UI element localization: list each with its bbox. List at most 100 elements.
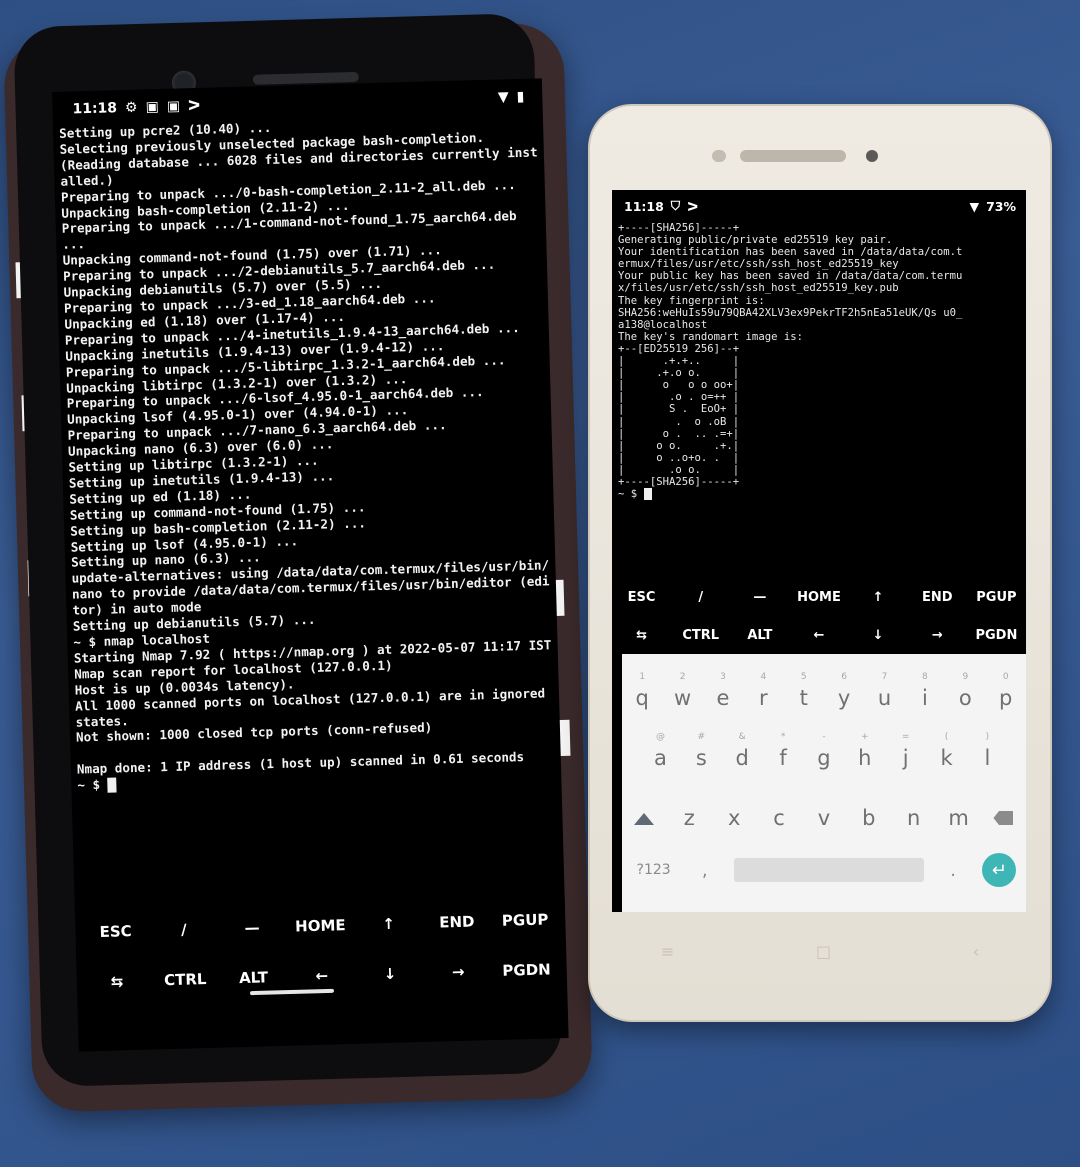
key-hint: 0 [1002,672,1009,682]
terminal-cursor[interactable] [643,488,652,501]
sim-icon: ▣ [166,98,181,115]
spacebar[interactable] [733,858,924,882]
sim-icon: ▣ [145,99,160,116]
earpiece-speaker [740,150,846,162]
terminal-line: SHA256:weHuIs59u79QBA42XLV3ex9PekrTF2h5n… [618,306,963,319]
extra-key-esc[interactable]: ESC [81,922,150,942]
extra-key-end[interactable]: END [908,590,967,605]
key-label: i [922,686,928,710]
key-z[interactable]: z [672,806,706,830]
extra-key-[interactable]: / [671,590,730,605]
key-label: u [877,686,892,710]
key-x[interactable]: x [717,806,751,830]
extra-key-home[interactable]: HOME [286,916,355,936]
prompt: ~ $ [618,488,644,501]
enter-key[interactable]: ↵ [982,853,1017,887]
key-c[interactable]: c [762,806,796,830]
key-hint: 2 [679,672,686,682]
extra-key-[interactable]: ← [287,966,356,986]
key-hint: # [697,732,706,742]
key-i[interactable]: 8i [908,672,942,710]
period-key[interactable]: . [943,860,963,881]
key-f[interactable]: * f [766,732,800,770]
extra-key-pgup[interactable]: PGUP [491,910,560,930]
key-w[interactable]: 2w [666,672,700,710]
backspace-icon [993,811,1014,825]
key-v[interactable]: v [807,806,841,830]
terminal-cursor[interactable] [107,777,117,793]
key-d[interactable]: & d [725,732,759,770]
extra-key-[interactable]: / [149,920,218,940]
extra-key-[interactable]: ⇆ [612,628,671,643]
back-icon[interactable]: ‹ [973,942,979,961]
key-o[interactable]: 9o [948,672,982,710]
key-label: c [773,806,785,830]
key-label: s [695,746,707,770]
extra-key-[interactable]: → [908,628,967,643]
extra-key-alt[interactable]: ALT [730,628,789,643]
backspace-key[interactable] [986,806,1020,830]
key-hint: * [780,732,786,742]
extra-key-ctrl[interactable]: CTRL [671,628,730,643]
shift-icon [634,813,655,825]
key-p[interactable]: 0p [989,672,1023,710]
key-n[interactable]: n [897,806,931,830]
key-label: m [948,806,969,830]
extra-key-pgdn[interactable]: PGDN [492,960,561,980]
key-label: b [862,806,876,830]
key-j[interactable]: = j [889,732,923,770]
key-l[interactable]: ) l [970,732,1004,770]
proximity-sensor [712,150,726,162]
extra-key-end[interactable]: END [423,912,492,932]
extra-key-[interactable]: — [730,590,789,605]
symbols-key[interactable]: ?123 [632,862,676,878]
key-y[interactable]: 6y [827,672,861,710]
shift-key[interactable] [627,806,661,830]
wifi-icon: ▼ [969,198,980,214]
key-g[interactable]: -g [807,732,841,770]
key-label: x [727,806,741,830]
key-u[interactable]: 7u [868,672,902,710]
key-e[interactable]: 3e [706,672,740,710]
extra-key-pgdn[interactable]: PGDN [967,628,1026,643]
key-t[interactable]: 5t [787,672,821,710]
status-bar: 11:18 ⛉ ᐳ ▼ 73% [624,196,1016,216]
key-b[interactable]: b [852,806,886,830]
key-q[interactable]: 1q [625,672,659,710]
key-s[interactable]: # s [684,732,718,770]
key-h[interactable]: + h [848,732,882,770]
extra-key-[interactable]: ↑ [354,914,423,934]
key-hint: 6 [841,672,848,682]
key-hint: - [822,732,826,742]
key-r[interactable]: 4r [746,672,780,710]
extra-key-esc[interactable]: ESC [612,590,671,605]
extra-key-[interactable]: ⇆ [83,972,152,992]
key-label: e [716,686,730,710]
right-phone-screen: 11:18 ⛉ ᐳ ▼ 73% +----[SHA256]-----+ Gene… [612,190,1026,912]
extra-key-[interactable]: ↓ [849,628,908,643]
extra-key-home[interactable]: HOME [789,590,848,605]
extra-key-[interactable]: — [218,918,287,938]
battery-icon: ▮ [516,88,525,106]
key-hint: 9 [962,672,969,682]
key-a[interactable]: @ a [643,732,677,770]
menu-icon[interactable]: ≡ [661,942,674,961]
key-label: f [779,746,787,770]
key-k[interactable]: (k [930,732,964,770]
extra-key-alt[interactable]: ALT [219,968,288,988]
key-label: k [940,746,953,770]
extra-key-ctrl[interactable]: CTRL [151,970,220,990]
extra-key-[interactable]: ↑ [849,590,908,605]
extra-key-[interactable]: ← [789,628,848,643]
comma-key[interactable]: , [695,860,715,881]
key-label: d [735,746,749,770]
extra-key-[interactable]: ↓ [356,964,425,984]
front-camera [866,150,878,162]
key-m[interactable]: m [942,806,976,830]
key-hint: 8 [922,672,928,682]
extra-key-pgup[interactable]: PGUP [967,590,1026,605]
home-icon[interactable]: □ [816,942,831,961]
status-time: 11:18 [624,198,664,214]
extra-key-[interactable]: → [424,962,493,982]
key-hint: ) [985,732,990,742]
